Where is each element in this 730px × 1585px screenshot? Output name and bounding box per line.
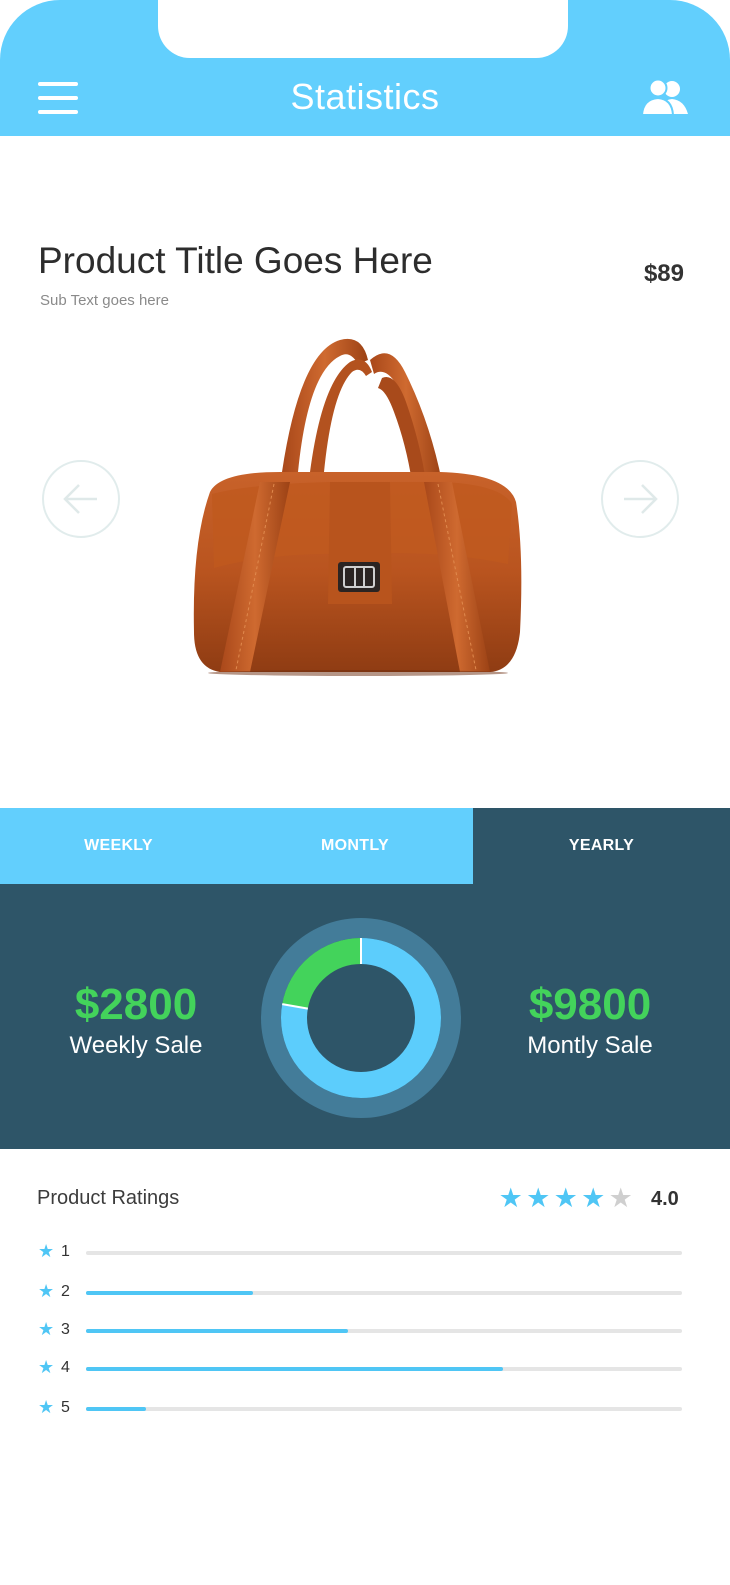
- product-price: $89: [643, 260, 684, 287]
- rating-bar-track: [86, 1407, 682, 1411]
- weekly-sale-value: $2800: [74, 980, 198, 1029]
- tab-weekly[interactable]: WEEKLY: [0, 808, 237, 884]
- page-title: Statistics: [290, 76, 440, 117]
- star-icon: ★: [38, 1357, 55, 1377]
- rating-row-5: ★ 5: [38, 1397, 688, 1419]
- average-rating-score: 4.0: [651, 1188, 679, 1210]
- star-icon: ★: [38, 1241, 55, 1261]
- star-filled-icon: ★: [553, 1183, 578, 1213]
- product-subtitle: Sub Text goes here: [40, 292, 169, 309]
- rating-bar-fill: [86, 1367, 504, 1371]
- star-filled-icon: ★: [498, 1183, 523, 1213]
- rating-row-4: ★ 4: [38, 1357, 688, 1379]
- star-empty-icon: ★: [608, 1183, 633, 1213]
- rating-level: 2: [61, 1283, 70, 1300]
- rating-level: 3: [61, 1321, 70, 1338]
- product-title: Product Title Goes Here: [38, 240, 433, 281]
- device-notch: [158, 0, 568, 58]
- rating-bar-fill: [86, 1407, 146, 1411]
- rating-bar-track: [86, 1251, 682, 1255]
- ratings-title: Product Ratings: [37, 1187, 180, 1209]
- period-tabs: WEEKLY MONTLY YEARLY: [0, 808, 730, 884]
- average-rating-stars: ★ ★ ★ ★ ★: [497, 1184, 635, 1212]
- star-filled-icon: ★: [526, 1183, 551, 1213]
- tab-yearly[interactable]: YEARLY: [473, 808, 730, 884]
- app-header: Statistics: [0, 0, 730, 136]
- star-filled-icon: ★: [581, 1183, 606, 1213]
- users-icon[interactable]: [640, 78, 692, 118]
- product-image: [190, 332, 530, 677]
- rating-row-3: ★ 3: [38, 1319, 688, 1341]
- tab-monthly[interactable]: MONTLY: [237, 808, 473, 884]
- monthly-sale-label: Montly Sale: [527, 1032, 653, 1059]
- rating-row-2: ★ 2: [38, 1281, 688, 1303]
- rating-level: 4: [61, 1359, 70, 1376]
- sales-donut-chart: [261, 918, 461, 1118]
- rating-bar-track: [86, 1291, 682, 1295]
- rating-bar-track: [86, 1329, 682, 1333]
- weekly-sale-label: Weekly Sale: [69, 1032, 203, 1059]
- rating-bar-track: [86, 1367, 682, 1371]
- star-icon: ★: [38, 1281, 55, 1301]
- arrow-right-icon[interactable]: [601, 460, 679, 538]
- monthly-sale-value: $9800: [528, 980, 652, 1029]
- rating-level: 1: [61, 1243, 70, 1260]
- star-icon: ★: [38, 1319, 55, 1339]
- rating-level: 5: [61, 1399, 70, 1416]
- arrow-left-icon[interactable]: [42, 460, 120, 538]
- rating-bar-fill: [86, 1291, 253, 1295]
- star-icon: ★: [38, 1397, 55, 1417]
- rating-bar-fill: [86, 1329, 349, 1333]
- rating-row-1: ★ 1: [38, 1241, 688, 1263]
